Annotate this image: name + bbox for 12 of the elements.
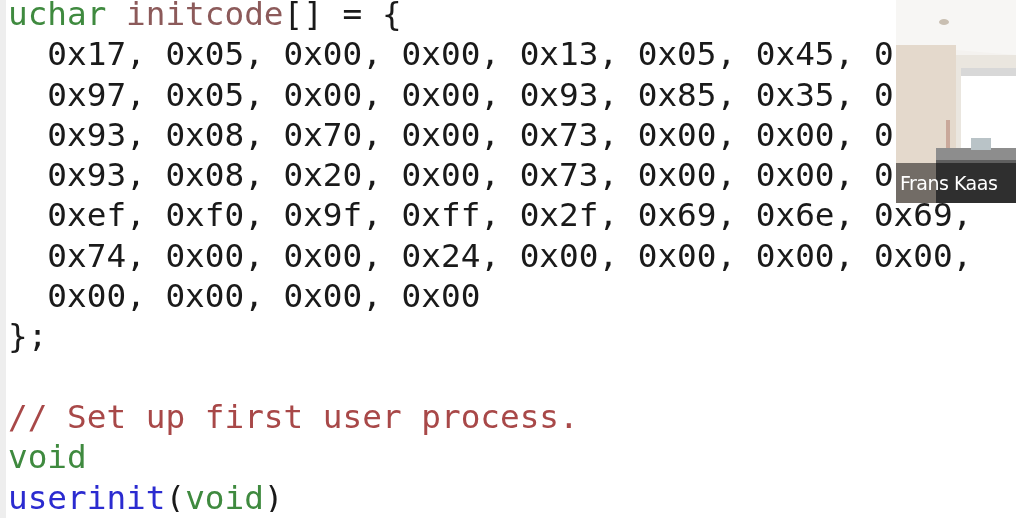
code-line: void: [8, 437, 87, 478]
code-line: 0x74, 0x00, 0x00, 0x24, 0x00, 0x00, 0x00, 0x00,: [46, 235, 973, 277]
code-line: 0x93, 0x08, 0x20, 0x00, 0x73, 0x00, 0x00, 0: [46, 155, 894, 196]
code-line: 0x93, 0x08, 0x70, 0x00, 0x73, 0x00, 0x00, 0: [46, 114, 894, 156]
code-line: 0xef, 0xf0, 0x9f, 0xff, 0x2f, 0x69, 0x6e, 0x69,: [46, 195, 973, 236]
code-line: 0x97, 0x05, 0x00, 0x00, 0x93, 0x85, 0x35, 0: [46, 74, 894, 115]
code-line: uchar initcode[] = {: [8, 0, 402, 35]
participant-name: Frans Kaas: [900, 170, 998, 196]
code-line: 0x17, 0x05, 0x00, 0x00, 0x13, 0x05, 0x45, 0: [46, 34, 894, 75]
code-line: // Set up first user process.: [8, 396, 579, 438]
code-line: 0x00, 0x00, 0x00, 0x00: [46, 276, 481, 317]
code-line: };: [8, 316, 48, 357]
